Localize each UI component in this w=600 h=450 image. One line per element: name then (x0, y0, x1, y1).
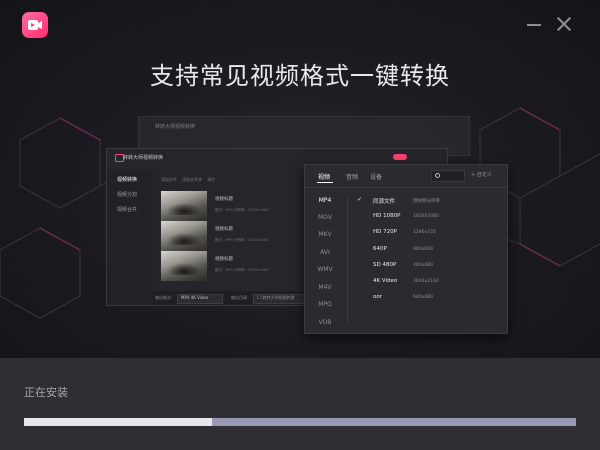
quality-label: 640P (373, 246, 387, 252)
popup-divider (347, 195, 348, 325)
resolution-label: 源视频分辨率 (413, 198, 440, 204)
quality-label: 4K Video (373, 278, 398, 284)
mock-dir-label: 输出目录： (231, 295, 251, 300)
mock-file-meta: 格式：MP4 分辨率：1920×1080 (215, 268, 269, 272)
custom-format-button: + 自定义 (471, 172, 492, 178)
mock-file-name: 视频标题 (215, 257, 233, 262)
install-panel: 正在安装 (0, 358, 600, 450)
minimize-icon[interactable] (524, 14, 544, 34)
quality-option: ✓ 同源文件 源视频分辨率 (355, 196, 501, 208)
resolution-label: 3840x2160 (413, 278, 439, 284)
mock-format-label: 输出格式： (155, 295, 175, 300)
quality-option: 4K Video 3840x2160 (355, 277, 501, 289)
mock-file-meta: 格式：MP4 分辨率：1920×1080 (215, 208, 269, 212)
popup-divider (305, 187, 507, 188)
quality-label: HD 1080P (373, 213, 401, 219)
quality-option: 640P 960x640 (355, 245, 501, 257)
quality-label: 同源文件 (373, 199, 396, 205)
close-icon[interactable] (554, 14, 574, 34)
app-logo-icon (22, 12, 48, 38)
format-item: MP4 (318, 197, 332, 204)
progress-bar (24, 418, 576, 426)
mock-file-name: 视频标题 (215, 227, 233, 232)
video-thumbnail (161, 251, 207, 281)
resolution-label: 460x480 (413, 262, 433, 268)
quality-label: oor (373, 294, 382, 300)
format-item: WMV (317, 266, 333, 273)
quality-option: SD 480P 460x480 (355, 261, 501, 273)
format-item: MPG (318, 301, 332, 308)
search-icon (431, 170, 465, 182)
quality-label: HD 720P (373, 229, 397, 235)
mock-sidebar-item: 视频合并 (117, 207, 138, 213)
check-icon: ✓ (357, 196, 363, 203)
mock-toolbar-item: 添加文件 (161, 177, 177, 182)
tab-audio: 音频 (346, 174, 359, 181)
mock-badge (393, 154, 407, 160)
mock-sidebar-item: 视频分割 (117, 192, 138, 198)
install-status: 正在安装 (24, 386, 68, 399)
mock-dir-value: C:\转转大师视频转换 (257, 295, 295, 300)
video-thumbnail (161, 221, 207, 251)
resolution-label: 640x480 (413, 294, 433, 300)
tab-underline (317, 182, 333, 183)
hero-area: 支持常见视频格式一键转换 转转大师视频转换 转转大师视频转换 视频转换 视频分割… (0, 0, 600, 358)
quality-label: SD 480P (373, 262, 397, 268)
mock-toolbar: 添加文件 添加文件夹 清空 (161, 177, 215, 183)
format-item: VOB (318, 319, 332, 326)
resolution-label: 1280x720 (413, 229, 436, 235)
mock-sidebar-item: 视频转换 (117, 177, 138, 183)
format-item: AVI (320, 249, 330, 256)
mock-sidebar: 视频转换 视频分割 视频合并 (107, 169, 153, 305)
mock-file-name: 视频标题 (215, 197, 233, 202)
mock-format-value: MP4 4K Video (181, 295, 209, 300)
format-item: M4V (318, 284, 332, 291)
resolution-label: 1920X1080 (413, 213, 439, 219)
mock-toolbar-item: 清空 (207, 177, 216, 182)
progress-fill (24, 418, 212, 426)
tab-device: 设备 (370, 174, 383, 181)
mock-back-title: 转转大师视频转换 (155, 124, 196, 130)
quality-option: HD 720P 1280x720 (355, 228, 501, 240)
mock-toolbar-item: 添加文件夹 (182, 177, 203, 182)
format-item: MKV (318, 231, 332, 238)
tab-video: 视频 (318, 174, 331, 181)
format-item: MOV (318, 214, 332, 221)
video-thumbnail (161, 191, 207, 221)
format-popup: 视频 音频 设备 + 自定义 MP4 MOV MKV AVI WMV M4V M… (304, 164, 508, 334)
headline: 支持常见视频格式一键转换 (150, 62, 450, 90)
quality-option: oor 640x480 (355, 293, 501, 305)
quality-option: HD 1080P 1920X1080 (355, 212, 501, 224)
mock-file-meta: 格式：MP4 分辨率：1920×1080 (215, 238, 269, 242)
mock-title: 转转大师视频转换 (123, 155, 164, 161)
resolution-label: 960x640 (413, 246, 433, 252)
